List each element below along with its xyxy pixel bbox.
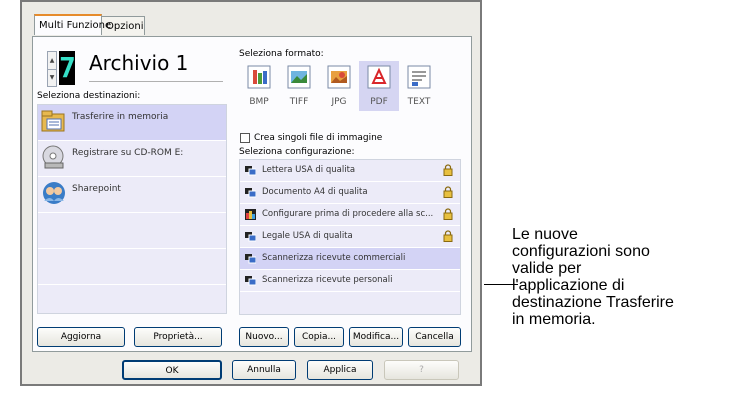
format-text[interactable]: TEXT [399,61,439,111]
scan-config-icon [245,276,256,286]
list-divider [240,291,460,292]
cd-rom-icon [42,145,64,169]
configuration-item[interactable]: Scannerizza ricevute commerciali [240,248,460,269]
scan-config-icon [245,232,256,242]
scan-config-icon [245,254,256,264]
configuration-list[interactable]: Lettera USA di qualita Documento A4 di q… [239,159,461,315]
configuration-label: Configurare prima di procedere alla sc..… [262,209,434,219]
tab-panel: ▲ ▼ 7 Archivio 1 Seleziona destinazioni:… [32,36,472,352]
cancella-button[interactable]: Cancella [408,327,461,347]
applica-button[interactable]: Applica [307,360,373,380]
format-selector: BMP TIFF JPG PDF TEXT [239,61,461,111]
profile-name: Archivio 1 [89,51,189,75]
destination-label: Trasferire in memoria [72,112,169,122]
destination-item-cd-rom[interactable]: Registrare su CD-ROM E: [38,141,226,176]
profile-number-display: 7 [59,51,76,85]
tiff-file-icon [287,65,311,89]
scan-config-icon [245,166,256,176]
configuration-item[interactable]: Documento A4 di qualita [240,182,460,203]
callout-line: l'applicazione di [512,277,625,294]
destination-label: Registrare su CD-ROM E: [72,148,184,158]
spinner-up-icon[interactable]: ▲ [48,52,56,70]
destination-list[interactable]: Trasferire in memoria Registrare su CD-R… [37,104,227,314]
configuration-label: Scannerizza ricevute commerciali [262,253,406,263]
configurations-label: Seleziona configurazione: [239,147,355,157]
callout-line: in memoria. [512,311,596,328]
profile-divider [89,81,223,82]
single-files-checkbox[interactable] [240,133,250,143]
configuration-item[interactable]: Configurare prima di procedere alla sc..… [240,204,460,225]
list-divider [38,284,226,285]
memory-transfer-icon [41,110,65,132]
configuration-label: Scannerizza ricevute personali [262,275,393,285]
format-bmp[interactable]: BMP [239,61,279,111]
destination-label: Sharepoint [72,184,121,194]
lock-icon [443,208,453,220]
color-config-icon [245,209,256,220]
configuration-item[interactable]: Scannerizza ricevute personali [240,270,460,291]
profile-spinner[interactable]: ▲ ▼ [47,51,57,87]
single-files-label: Crea singoli file di immagine [254,133,383,143]
aggiorna-button[interactable]: Aggiorna [37,327,125,347]
format-label-text: PDF [370,97,388,107]
annulla-button[interactable]: Annulla [232,360,296,380]
configuration-label: Documento A4 di qualita [262,187,368,197]
text-file-icon [407,65,431,89]
configuration-label: Legale USA di qualita [262,231,353,241]
spinner-down-icon[interactable]: ▼ [48,69,56,86]
list-divider [38,248,226,249]
destinations-label: Seleziona destinazioni: [37,91,141,101]
format-jpg[interactable]: JPG [319,61,359,111]
format-label-text: BMP [249,97,269,107]
nuovo-button[interactable]: Nuovo... [239,327,289,347]
callout-line: Le nuove [512,226,578,243]
lock-icon [443,164,453,176]
callout-line: destinazione Trasferire [512,294,674,311]
callout-line: valide per [512,260,582,277]
pdf-file-icon [367,65,391,89]
format-label: Seleziona formato: [239,49,324,59]
format-tiff[interactable]: TIFF [279,61,319,111]
jpg-file-icon [327,65,351,89]
configuration-item[interactable]: Lettera USA di qualita [240,160,460,181]
sharepoint-icon [43,182,65,204]
lock-icon [443,230,453,242]
configuration-label: Lettera USA di qualita [262,165,356,175]
tab-multi-funzione[interactable]: Multi Funzione [34,14,111,35]
modifica-button[interactable]: Modifica... [349,327,403,347]
configuration-item[interactable]: Legale USA di qualita [240,226,460,247]
format-pdf[interactable]: PDF [359,61,399,111]
proprieta-button[interactable]: Proprietà... [134,327,222,347]
callout-text: Le nuove configurazioni sono valide per … [512,226,734,328]
bmp-file-icon [247,65,271,89]
format-label-text: JPG [331,97,347,107]
list-divider [38,212,226,213]
destination-item-sharepoint[interactable]: Sharepoint [38,177,226,212]
callout-line: configurazioni sono [512,243,650,260]
copia-button[interactable]: Copia... [294,327,344,347]
scan-config-icon [245,188,256,198]
lock-icon [443,186,453,198]
destination-item-memoria[interactable]: Trasferire in memoria [38,105,226,140]
one-touch-properties-window: Multi Funzione Opzioni ▲ ▼ 7 Archivio 1 … [20,0,482,386]
ok-button[interactable]: OK [122,360,222,380]
format-label-text: TIFF [289,97,309,107]
format-label-text: TEXT [407,97,431,107]
help-button[interactable]: ? [384,360,459,380]
